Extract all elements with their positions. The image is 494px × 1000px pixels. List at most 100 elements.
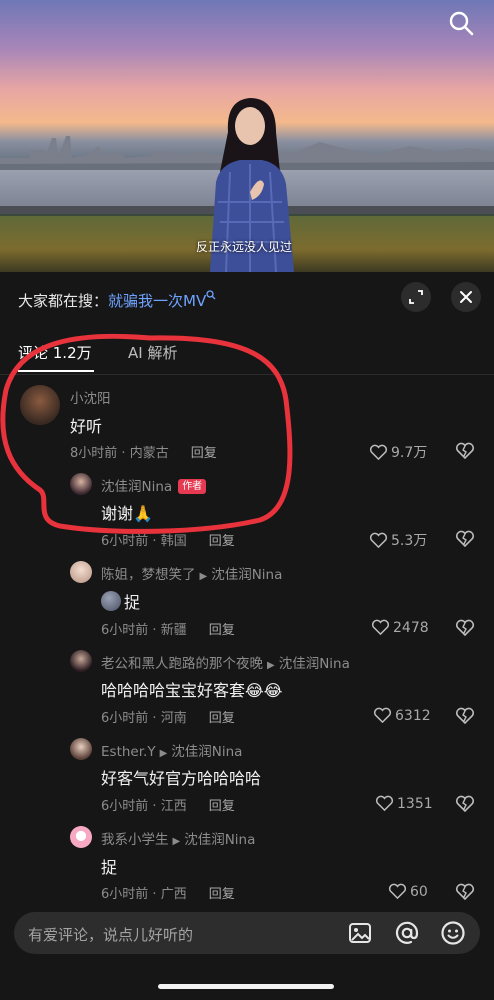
like-count: 1351 bbox=[397, 796, 433, 812]
reply-text: 哈哈哈哈宝宝好客套😂😂 bbox=[101, 681, 283, 700]
like-button[interactable]: 1351 bbox=[375, 795, 433, 812]
avatar[interactable] bbox=[70, 561, 92, 583]
broken-heart-icon[interactable] bbox=[455, 883, 475, 901]
image-icon[interactable] bbox=[348, 921, 372, 945]
reply-username-text[interactable]: 陈姐，梦想笑了 bbox=[101, 567, 196, 583]
comment-text: 好听 bbox=[70, 417, 103, 436]
avatar[interactable] bbox=[20, 385, 60, 425]
like-count: 6312 bbox=[395, 708, 431, 724]
reply-time: 6小时前 bbox=[101, 887, 149, 902]
reply-text: 捉 bbox=[101, 589, 140, 613]
reply-to-user[interactable]: 沈佳润Nina bbox=[184, 832, 255, 848]
reply-time: 6小时前 bbox=[101, 711, 149, 726]
like-button[interactable]: 9.7万 bbox=[369, 442, 427, 462]
heart-icon bbox=[372, 619, 389, 636]
author-badge: 作者 bbox=[178, 479, 207, 494]
like-count: 5.3万 bbox=[391, 533, 428, 549]
video-subtitle: 反正永远没人见过 bbox=[196, 240, 293, 254]
heart-icon bbox=[370, 532, 387, 549]
reply-button[interactable]: 回复 bbox=[209, 534, 235, 549]
reply-meta: 6小时前 · 新疆 回复 bbox=[101, 623, 235, 638]
reply-button[interactable]: 回复 bbox=[209, 799, 235, 814]
like-button[interactable]: 60 bbox=[388, 883, 428, 900]
reply-username-text[interactable]: 我系小学生 bbox=[101, 832, 169, 848]
reply-location: 新疆 bbox=[160, 623, 187, 638]
reply-text: 捉 bbox=[101, 858, 118, 877]
trending-search[interactable]: 大家都在搜：就骗我一次MV bbox=[18, 290, 216, 311]
broken-heart-icon[interactable] bbox=[455, 530, 475, 548]
reply-text: 谢谢🙏 bbox=[101, 504, 153, 523]
heart-icon bbox=[376, 795, 393, 812]
reply-username[interactable]: 我系小学生 ▶ 沈佳润Nina bbox=[101, 828, 255, 848]
reply-time: 6小时前 bbox=[101, 799, 149, 814]
like-count: 60 bbox=[410, 884, 428, 900]
broken-heart-icon[interactable] bbox=[455, 707, 475, 725]
reply-arrow-icon: ▶ bbox=[172, 836, 181, 847]
avatar[interactable] bbox=[70, 473, 92, 495]
active-tab-indicator bbox=[18, 370, 94, 372]
reply-to-user[interactable]: 沈佳润Nina bbox=[171, 744, 242, 760]
smile-icon[interactable] bbox=[440, 920, 466, 946]
like-button[interactable]: 5.3万 bbox=[369, 530, 427, 550]
like-count: 9.7万 bbox=[391, 445, 428, 461]
reply-time: 6小时前 bbox=[101, 534, 149, 549]
reply-meta: 6小时前 · 江西 回复 bbox=[101, 799, 235, 814]
reply-button[interactable]: 回复 bbox=[191, 446, 217, 461]
reply-to-user[interactable]: 沈佳润Nina bbox=[211, 567, 282, 583]
video-player[interactable]: 反正永远没人见过 bbox=[0, 0, 494, 272]
like-count: 2478 bbox=[393, 620, 429, 636]
close-icon bbox=[460, 291, 472, 303]
comment-input[interactable]: 有爱评论，说点儿好听的 bbox=[28, 924, 193, 945]
comment-username[interactable]: 小沈阳 bbox=[70, 387, 111, 407]
reply-meta: 6小时前 · 广西 回复 bbox=[101, 887, 235, 902]
heart-icon bbox=[374, 707, 391, 724]
tab-comments[interactable]: 评论 1.2万 bbox=[18, 342, 92, 363]
reply-location: 江西 bbox=[160, 799, 187, 814]
reply-button[interactable]: 回复 bbox=[209, 711, 235, 726]
reply-meta: 6小时前 · 河南 回复 bbox=[101, 711, 235, 726]
search-button[interactable] bbox=[446, 8, 476, 38]
reply-username[interactable]: Esther.Y ▶ 沈佳润Nina bbox=[101, 740, 242, 760]
heart-icon bbox=[389, 883, 406, 900]
avatar[interactable] bbox=[70, 826, 92, 848]
small-search-icon bbox=[206, 290, 216, 300]
expand-icon bbox=[409, 290, 423, 304]
reply-arrow-icon: ▶ bbox=[159, 748, 168, 759]
trending-search-keyword[interactable]: 就骗我一次MV bbox=[108, 292, 206, 310]
broken-heart-icon[interactable] bbox=[455, 795, 475, 813]
like-button[interactable]: 2478 bbox=[371, 619, 429, 636]
comment-location: 内蒙古 bbox=[129, 446, 169, 461]
reply-username-text[interactable]: 沈佳润Nina bbox=[101, 479, 172, 495]
reply-button[interactable]: 回复 bbox=[209, 623, 235, 638]
reply-meta: 6小时前 · 韩国 回复 bbox=[101, 534, 235, 549]
like-button[interactable]: 6312 bbox=[373, 707, 431, 724]
reply-to-user[interactable]: 沈佳润Nina bbox=[279, 656, 350, 672]
reply-location: 广西 bbox=[160, 887, 187, 902]
comment-meta: 8小时前 · 内蒙古 回复 bbox=[70, 446, 217, 461]
comment-time: 8小时前 bbox=[70, 446, 118, 461]
reply-username[interactable]: 老公和黑人跑路的那个夜晚 ▶ 沈佳润Nina bbox=[101, 652, 350, 672]
trending-search-prefix: 大家都在搜： bbox=[18, 292, 109, 310]
at-icon[interactable] bbox=[394, 920, 420, 946]
tab-ai-analysis[interactable]: AI 解析 bbox=[128, 342, 177, 363]
reply-text-content: 捉 bbox=[124, 593, 141, 612]
reply-username[interactable]: 沈佳润Nina 作者 bbox=[101, 475, 207, 495]
reply-username-text[interactable]: Esther.Y bbox=[101, 744, 156, 760]
reply-username-text[interactable]: 老公和黑人跑路的那个夜晚 bbox=[101, 656, 263, 672]
close-button[interactable] bbox=[451, 282, 481, 312]
reply-arrow-icon: ▶ bbox=[267, 660, 275, 671]
search-icon bbox=[449, 11, 474, 36]
avatar[interactable] bbox=[70, 738, 92, 760]
heart-icon bbox=[370, 444, 387, 461]
reply-username[interactable]: 陈姐，梦想笑了 ▶ 沈佳润Nina bbox=[101, 563, 282, 583]
reply-location: 韩国 bbox=[160, 534, 187, 549]
sticker-icon bbox=[101, 591, 121, 611]
comment-input-bar[interactable]: 有爱评论，说点儿好听的 bbox=[14, 912, 480, 954]
home-indicator[interactable] bbox=[158, 984, 334, 989]
broken-heart-icon[interactable] bbox=[455, 619, 475, 637]
avatar[interactable] bbox=[70, 650, 92, 672]
broken-heart-icon[interactable] bbox=[455, 442, 475, 460]
reply-button[interactable]: 回复 bbox=[209, 887, 235, 902]
expand-button[interactable] bbox=[401, 282, 431, 312]
reply-text: 好客气好官方哈哈哈哈 bbox=[101, 769, 262, 788]
